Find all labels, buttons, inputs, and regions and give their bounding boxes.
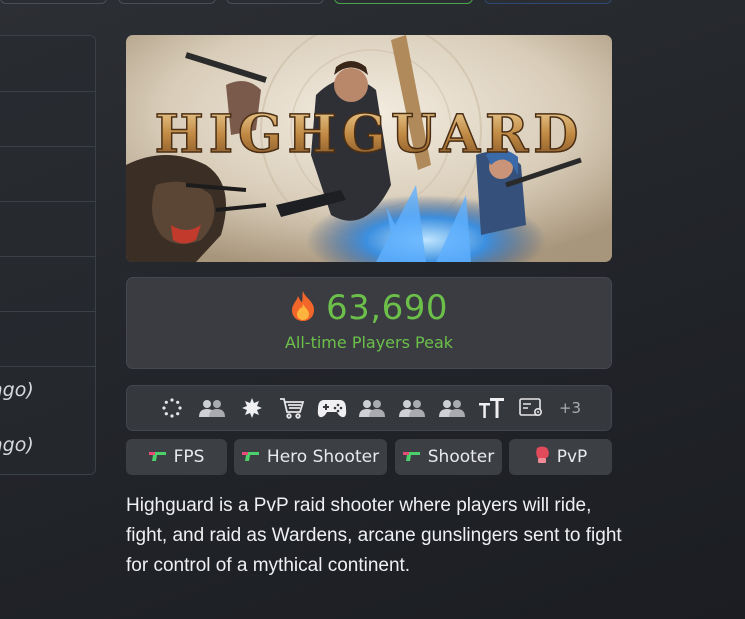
gun-icon: [402, 447, 421, 467]
tag-label: Hero Shooter: [266, 447, 380, 467]
table-row: [0, 36, 95, 92]
tag-shooter[interactable]: Shooter: [395, 439, 502, 475]
gun-icon: [241, 447, 260, 467]
achievements-icon[interactable]: [237, 395, 267, 421]
table-row: [0, 256, 95, 312]
tag-label: Shooter: [427, 447, 495, 467]
players-peak-value: 63,690: [326, 288, 448, 328]
top-tab-5[interactable]: [484, 0, 612, 4]
game-description: Highguard is a PvP raid shooter where pl…: [126, 495, 622, 576]
game-hero-image[interactable]: HIGHGUARD: [126, 35, 612, 262]
top-tab-1[interactable]: [0, 0, 107, 4]
boxing-glove-icon: [534, 446, 550, 469]
more-features-count[interactable]: +3: [559, 399, 581, 417]
loading-icon[interactable]: [157, 395, 187, 421]
settings-panel-icon[interactable]: [517, 395, 547, 421]
tag-pvp[interactable]: PvP: [509, 439, 612, 475]
hero-title-art: HIGHGUARD: [155, 104, 584, 165]
tag-label: PvP: [556, 447, 588, 467]
tag-fps[interactable]: FPS: [126, 439, 227, 475]
controller-icon[interactable]: [317, 395, 347, 421]
cart-icon[interactable]: [277, 395, 307, 421]
co-op-icon[interactable]: [357, 395, 387, 421]
top-tab-2[interactable]: [118, 0, 216, 4]
row-time-ago: ago): [0, 434, 34, 456]
top-tab-3[interactable]: [226, 0, 324, 4]
tag-label: FPS: [173, 447, 205, 467]
text-size-icon[interactable]: [477, 395, 507, 421]
multiplayer-icon[interactable]: [197, 395, 227, 421]
players-peak-label: All-time Players Peak: [284, 333, 454, 352]
fire-icon: [290, 290, 316, 326]
top-tab-active[interactable]: [334, 0, 473, 4]
online-pvp-icon[interactable]: [397, 395, 427, 421]
players-peak-card: 63,690 All-time Players Peak: [126, 277, 612, 369]
hero-artwork: HIGHGUARD: [126, 35, 612, 262]
row-time-ago: ago): [0, 379, 34, 401]
feature-icons-bar: +3: [126, 385, 612, 431]
gun-icon: [148, 447, 167, 467]
tag-hero-shooter[interactable]: Hero Shooter: [234, 439, 387, 475]
table-row: [0, 146, 95, 202]
history-table: ago) ago): [0, 35, 96, 475]
table-row: [0, 91, 95, 147]
table-row: [0, 311, 95, 367]
tag-list: FPS Hero Shooter Shooter PvP: [126, 439, 612, 475]
team-icon[interactable]: [437, 395, 467, 421]
table-row: [0, 201, 95, 257]
